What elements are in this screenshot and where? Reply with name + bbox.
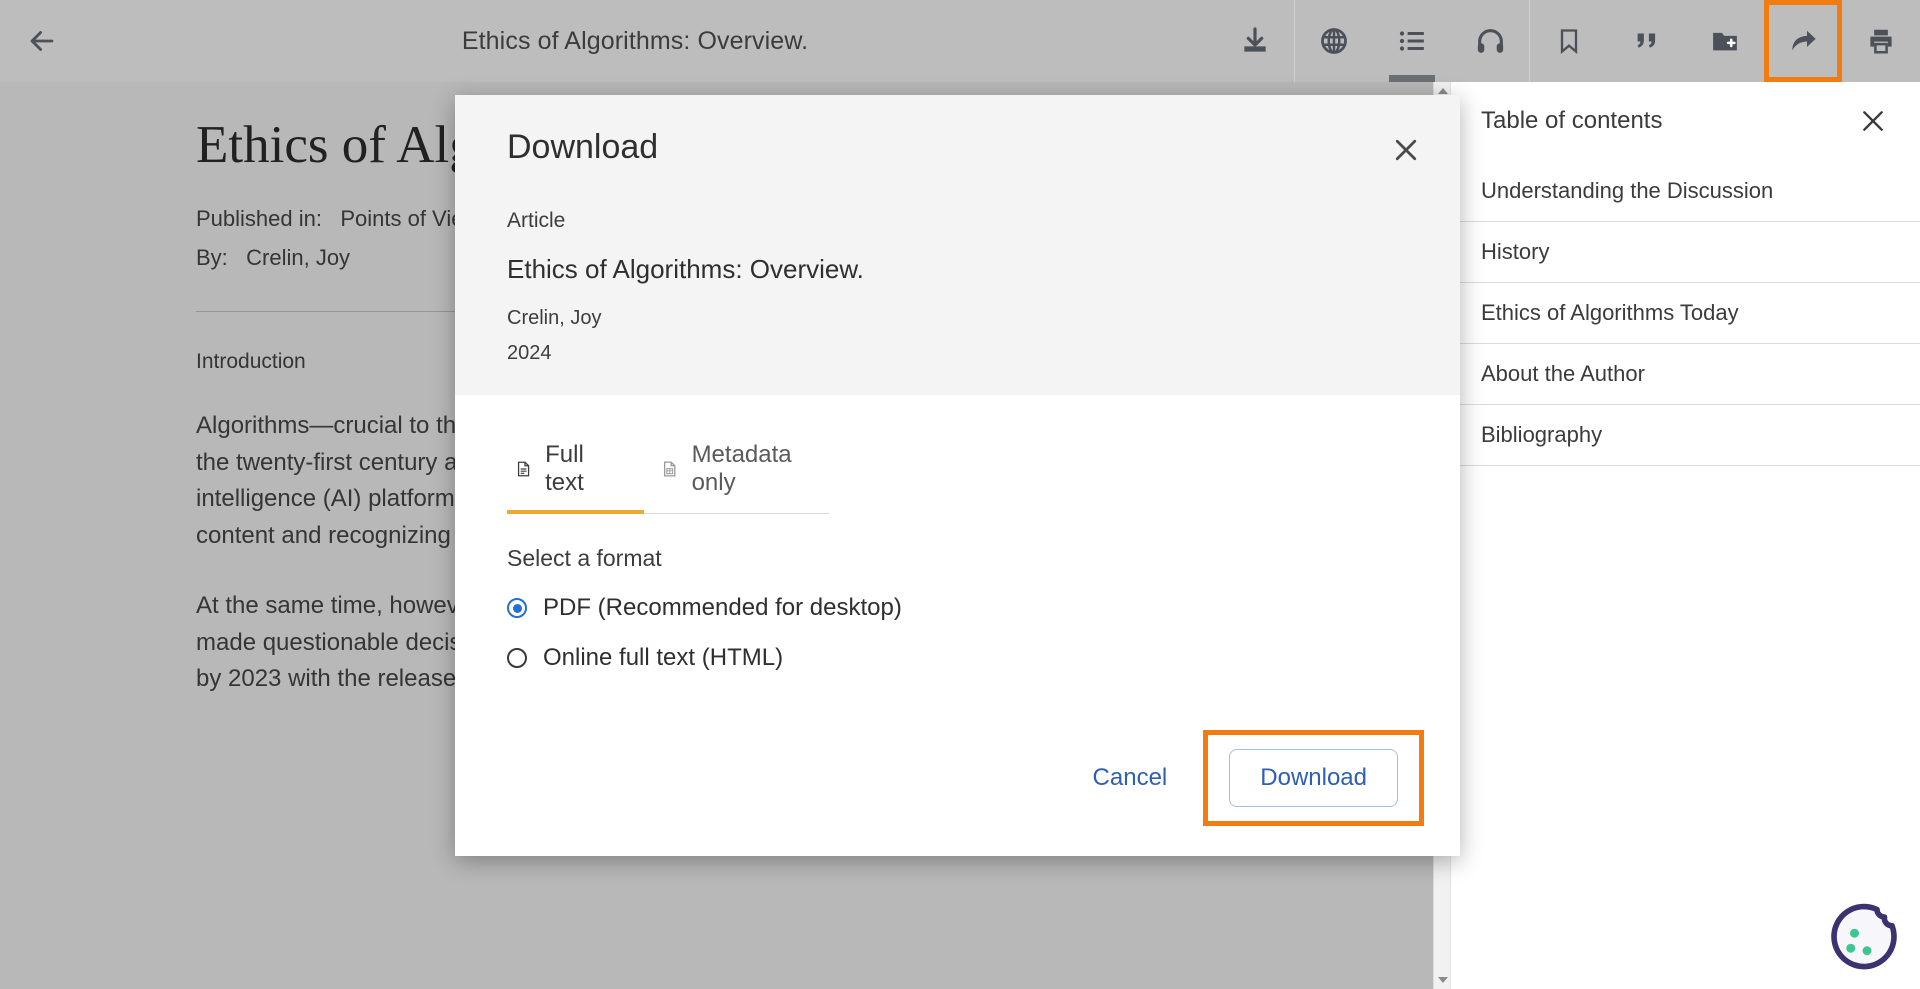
radio-button[interactable] — [507, 648, 527, 668]
format-option-label: Online full text (HTML) — [543, 644, 784, 671]
tab-active-indicator — [507, 510, 644, 514]
record-year: 2024 — [507, 342, 552, 364]
quote-icon — [1637, 33, 1656, 48]
back-button[interactable] — [0, 0, 84, 82]
dialog-footer: Cancel Download — [455, 730, 1460, 856]
toolbar-group-tools — [1294, 0, 1529, 82]
triangle-up-icon — [1437, 88, 1448, 94]
toolbar-title: Ethics of Algorithms: Overview. — [461, 26, 809, 55]
record-author: Crelin, Joy — [507, 307, 602, 329]
toolbar-group-download — [1216, 0, 1294, 82]
add-to-folder-button[interactable] — [1686, 0, 1764, 82]
download-icon — [1244, 27, 1266, 52]
cookie-settings-button[interactable] — [1822, 897, 1902, 977]
top-toolbar: Ethics of Algorithms: Overview. — [0, 0, 1920, 82]
download-tabs: Full text Metadata only — [507, 441, 829, 514]
toc-item-4[interactable]: Bibliography — [1451, 404, 1920, 465]
share-arrow-icon — [1792, 30, 1816, 51]
dialog-title: Download — [507, 128, 659, 166]
by-label: By: — [196, 245, 228, 271]
document-table-icon — [664, 461, 676, 477]
format-option-label: PDF (Recommended for desktop) — [543, 594, 902, 621]
format-option-pdf[interactable]: PDF (Recommended for desktop) — [507, 594, 1408, 622]
cancel-button[interactable]: Cancel — [1067, 750, 1194, 806]
print-button[interactable] — [1842, 0, 1920, 82]
triangle-down-icon — [1437, 977, 1448, 983]
listen-button[interactable] — [1451, 0, 1529, 82]
save-button[interactable] — [1530, 0, 1608, 82]
tabs-list: Full text Metadata only — [507, 441, 829, 514]
folder-plus-icon — [1713, 32, 1737, 51]
dialog-header-row: Download — [507, 128, 1426, 170]
cookie-icon — [1831, 903, 1897, 970]
download-button-highlight: Download — [1203, 730, 1424, 826]
format-label: Select a format — [507, 545, 662, 571]
radio-button-selected[interactable] — [507, 598, 527, 618]
download-button[interactable] — [1216, 0, 1294, 82]
format-option-html[interactable]: Online full text (HTML) — [507, 644, 1408, 672]
by-value: Crelin, Joy — [246, 245, 351, 271]
download-confirm-button[interactable]: Download — [1229, 749, 1398, 807]
tab-label: Metadata only — [691, 441, 792, 496]
toc-close-button[interactable] — [1856, 104, 1890, 138]
translate-button[interactable] — [1295, 0, 1373, 82]
table-of-contents-panel: Table of contents Understanding the Disc… — [1450, 82, 1920, 989]
globe-icon — [1321, 28, 1347, 54]
record-kind: Article — [507, 209, 566, 232]
bookmark-icon — [1560, 29, 1578, 54]
dialog-header: Download Article Ethics of Algorithms: O… — [455, 95, 1460, 395]
dialog-body: Full text Metadata only Select a format … — [455, 395, 1460, 672]
close-icon — [1395, 139, 1417, 161]
toc-title: Table of contents — [1481, 107, 1663, 134]
cite-button[interactable] — [1608, 0, 1686, 82]
headphones-icon — [1477, 28, 1503, 53]
share-button[interactable] — [1764, 0, 1842, 82]
list-icon — [1399, 31, 1424, 51]
scroll-down-button[interactable] — [1434, 971, 1451, 989]
toc-list: Understanding the Discussion History Eth… — [1451, 160, 1920, 466]
toolbar-actions — [1216, 0, 1920, 82]
document-text-icon — [517, 461, 530, 477]
toolbar-group-actions — [1529, 0, 1920, 82]
published-label: Published in: — [196, 206, 322, 232]
dialog-close-button[interactable] — [1386, 130, 1426, 170]
tab-label: Full text — [545, 441, 584, 496]
toc-item-0[interactable]: Understanding the Discussion — [1451, 160, 1920, 221]
printer-icon — [1870, 29, 1892, 54]
record-title: Ethics of Algorithms: Overview. — [507, 254, 864, 284]
arrow-left-icon — [30, 31, 54, 51]
toc-bottom-divider — [1451, 465, 1920, 466]
toc-item-1[interactable]: History — [1451, 221, 1920, 282]
table-of-contents-button[interactable] — [1373, 0, 1451, 82]
download-dialog: Download Article Ethics of Algorithms: O… — [455, 95, 1460, 856]
app-root: Ethics of Algorithms: Overview. Publishe… — [0, 0, 1920, 989]
toc-item-3[interactable]: About the Author — [1451, 343, 1920, 404]
tab-metadata-only[interactable]: Metadata only — [633, 441, 829, 514]
toc-header: Table of contents — [1451, 82, 1920, 160]
close-icon — [1863, 111, 1883, 131]
toc-item-2[interactable]: Ethics of Algorithms Today — [1451, 282, 1920, 343]
tab-full-text[interactable]: Full text — [507, 441, 633, 514]
